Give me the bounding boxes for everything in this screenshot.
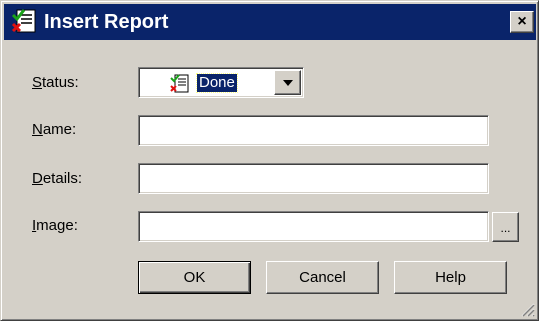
details-field-frame [138, 163, 489, 194]
report-icon [11, 9, 36, 33]
status-label-accelerator: S [32, 74, 43, 91]
chevron-down-icon [283, 80, 293, 86]
name-field-frame [138, 115, 489, 146]
close-button[interactable]: × [510, 11, 534, 33]
name-input[interactable] [141, 118, 486, 143]
image-label: Image: [32, 216, 78, 236]
status-label: Status: [32, 73, 79, 93]
help-button[interactable]: Help [394, 261, 507, 294]
name-label-text: ame: [42, 121, 77, 138]
insert-report-dialog: Insert Report × Status: Done Name: Detai… [0, 0, 539, 321]
window-title: Insert Report [44, 11, 169, 33]
details-label: Details: [32, 169, 82, 189]
resize-grip-icon[interactable] [519, 301, 535, 317]
title-bar[interactable]: Insert Report × [4, 4, 536, 40]
image-path-input[interactable] [141, 214, 486, 239]
ok-button[interactable]: OK [138, 261, 251, 294]
status-label-text: tatus: [42, 74, 79, 91]
status-selected-value: Done [196, 73, 238, 93]
status-dropdown[interactable]: Done [138, 67, 304, 98]
details-label-text: etails: [42, 170, 83, 187]
image-field-frame [138, 211, 489, 242]
details-input[interactable] [141, 166, 486, 191]
report-done-icon [170, 74, 189, 93]
name-label: Name: [32, 120, 76, 140]
status-dropdown-button[interactable] [274, 70, 301, 95]
cancel-button[interactable]: Cancel [266, 261, 379, 294]
details-label-accelerator: D [32, 170, 43, 187]
name-label-accelerator: N [32, 121, 43, 138]
image-label-text: mage: [36, 217, 78, 234]
browse-button[interactable]: ... [492, 212, 519, 242]
